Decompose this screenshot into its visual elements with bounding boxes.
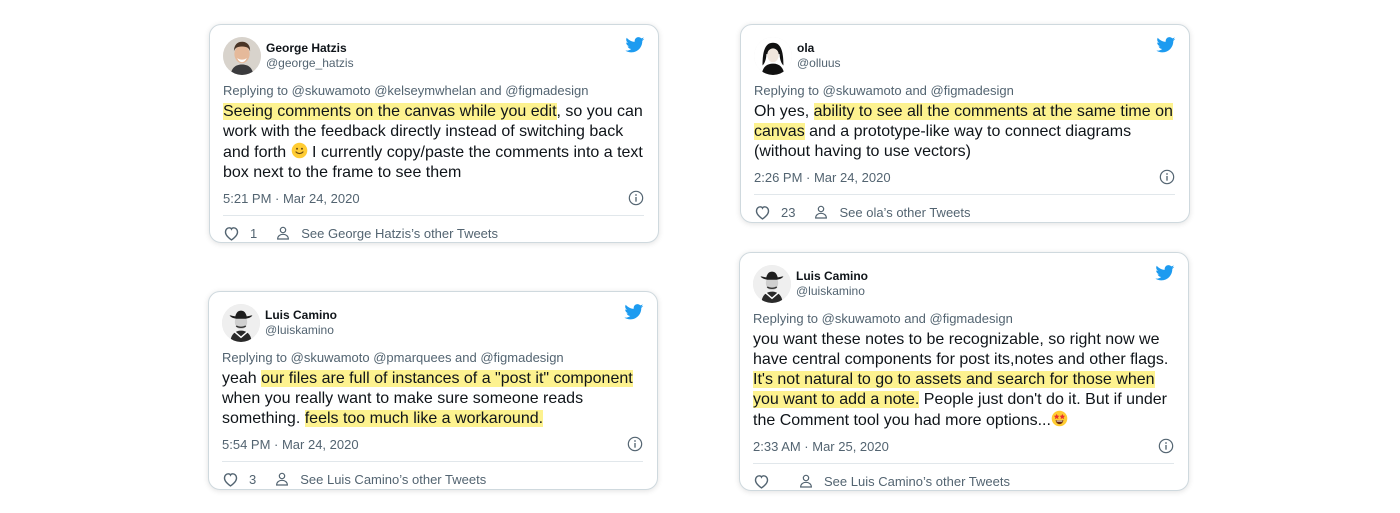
slightly-smiling-face-emoji-icon bbox=[291, 142, 308, 159]
see-other-tweets-link[interactable]: See ola’s other Tweets bbox=[813, 204, 971, 220]
avatar[interactable] bbox=[222, 304, 260, 342]
highlighted-text: our files are full of instances of a "po… bbox=[261, 370, 633, 387]
timestamp[interactable]: 2:33 AM · Mar 25, 2020 bbox=[753, 439, 889, 454]
star-struck-emoji-icon bbox=[1051, 410, 1068, 427]
see-other-tweets-link[interactable]: See Luis Camino’s other Tweets bbox=[798, 473, 1010, 489]
author-name[interactable]: George Hatzis bbox=[266, 41, 354, 56]
author-handle[interactable]: @george_hatzis bbox=[266, 56, 354, 71]
avatar[interactable] bbox=[753, 265, 791, 303]
avatar[interactable] bbox=[754, 37, 792, 75]
timestamp[interactable]: 5:21 PM · Mar 24, 2020 bbox=[223, 191, 360, 206]
author-handle[interactable]: @luiskamino bbox=[796, 284, 868, 299]
like-button[interactable] bbox=[753, 473, 780, 490]
replying-to: Replying to @skuwamoto @pmarquees and @f… bbox=[222, 350, 564, 365]
like-count: 1 bbox=[250, 225, 258, 241]
author-handle[interactable]: @luiskamino bbox=[265, 323, 337, 338]
author-handle[interactable]: @olluus bbox=[797, 56, 841, 71]
highlighted-text: feels too much like a workaround. bbox=[304, 410, 544, 427]
replying-to: Replying to @skuwamoto and @figmadesign bbox=[754, 83, 1014, 98]
timestamp[interactable]: 5:54 PM · Mar 24, 2020 bbox=[222, 437, 359, 452]
twitter-bird-icon[interactable] bbox=[624, 304, 644, 320]
tweet-card-george[interactable]: George Hatzis @george_hatzis Replying to… bbox=[209, 24, 659, 243]
heart-icon bbox=[222, 471, 239, 488]
tweet-card-ola[interactable]: ola @olluus Replying to @skuwamoto and @… bbox=[740, 24, 1190, 223]
heart-icon bbox=[753, 473, 770, 490]
see-other-tweets-link[interactable]: See Luis Camino’s other Tweets bbox=[274, 471, 486, 487]
timestamp[interactable]: 2:26 PM · Mar 24, 2020 bbox=[754, 170, 891, 185]
tweet-text: yeah our files are full of instances of … bbox=[222, 370, 633, 427]
replying-to: Replying to @skuwamoto and @figmadesign bbox=[753, 311, 1013, 326]
heart-icon bbox=[223, 225, 240, 242]
author-name[interactable]: Luis Camino bbox=[265, 308, 337, 323]
see-other-tweets-link[interactable]: See George Hatzis’s other Tweets bbox=[275, 225, 498, 241]
info-icon[interactable] bbox=[627, 436, 643, 452]
person-icon bbox=[813, 204, 829, 220]
author-name[interactable]: Luis Camino bbox=[796, 269, 868, 284]
like-button[interactable]: 3 bbox=[222, 471, 256, 488]
info-icon[interactable] bbox=[628, 190, 644, 206]
tweet-card-luis-2[interactable]: Luis Camino @luiskamino Replying to @sku… bbox=[739, 252, 1189, 491]
tweet-text: you want these notes to be recognizable,… bbox=[753, 331, 1169, 429]
twitter-bird-icon[interactable] bbox=[1156, 37, 1176, 53]
tweet-text: Oh yes, ability to see all the comments … bbox=[754, 103, 1173, 160]
tweet-text: Seeing comments on the canvas while you … bbox=[223, 103, 643, 181]
twitter-bird-icon[interactable] bbox=[625, 37, 645, 53]
avatar[interactable] bbox=[223, 37, 261, 75]
like-count: 23 bbox=[781, 204, 796, 220]
author-name[interactable]: ola bbox=[797, 41, 841, 56]
like-button[interactable]: 23 bbox=[754, 204, 795, 221]
info-icon[interactable] bbox=[1158, 438, 1174, 454]
like-button[interactable]: 1 bbox=[223, 225, 257, 242]
twitter-bird-icon[interactable] bbox=[1155, 265, 1175, 281]
tweet-card-luis-1[interactable]: Luis Camino @luiskamino Replying to @sku… bbox=[208, 291, 658, 490]
heart-icon bbox=[754, 204, 771, 221]
highlighted-text: Seeing comments on the canvas while you … bbox=[223, 103, 557, 120]
person-icon bbox=[275, 225, 291, 241]
info-icon[interactable] bbox=[1159, 169, 1175, 185]
replying-to: Replying to @skuwamoto @kelseymwhelan an… bbox=[223, 83, 589, 98]
person-icon bbox=[274, 471, 290, 487]
person-icon bbox=[798, 473, 814, 489]
like-count: 3 bbox=[249, 471, 257, 487]
